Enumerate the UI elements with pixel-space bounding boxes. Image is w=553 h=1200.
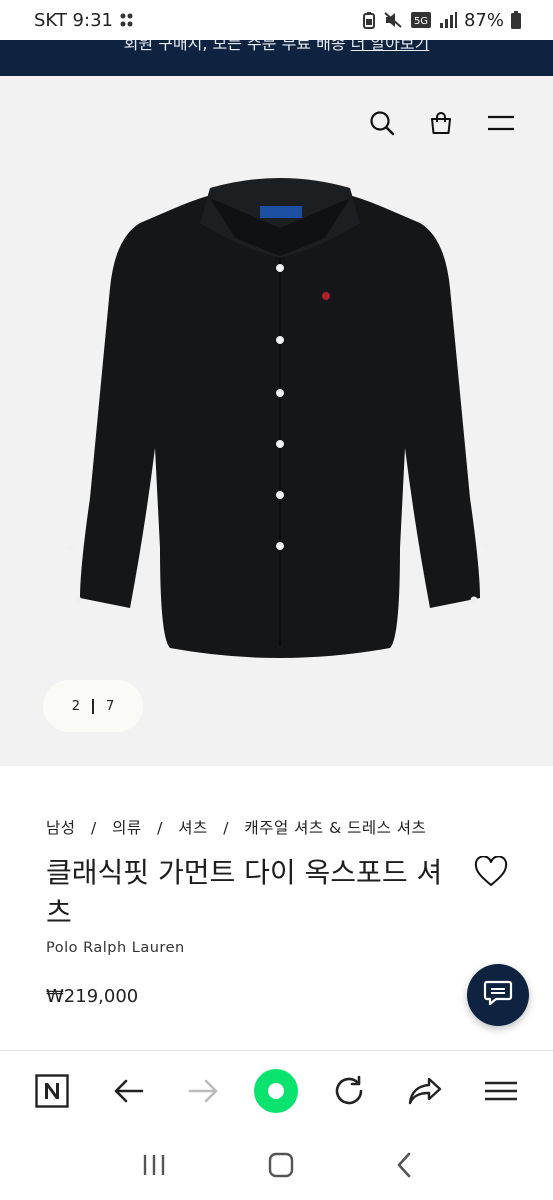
battery-percent: 87% — [463, 9, 504, 31]
battery-saver-icon — [362, 11, 376, 29]
status-bar: SKT 9:31 5G 87% — [0, 0, 553, 40]
wishlist-heart-icon[interactable] — [474, 855, 508, 892]
share-icon[interactable] — [400, 1066, 450, 1116]
breadcrumb-clothing[interactable]: 의류 — [112, 819, 142, 837]
network-5g-icon: 5G — [410, 11, 432, 29]
shopping-bag-icon[interactable] — [429, 111, 453, 135]
search-icon[interactable] — [369, 110, 395, 136]
green-home-icon[interactable] — [254, 1068, 299, 1113]
mute-icon — [383, 11, 403, 29]
network-label: 5G — [414, 16, 428, 27]
header-icons — [369, 110, 515, 136]
status-right: 5G 87% — [362, 10, 521, 31]
breadcrumb-separator: / — [223, 819, 229, 837]
product-image[interactable] — [60, 168, 500, 668]
pager-divider — [92, 698, 94, 714]
system-nav-bar — [0, 1130, 553, 1200]
promo-banner[interactable]: 회원 구매시, 모든 주문 무료 배송 더 알아보기 — [0, 40, 553, 76]
back-icon[interactable] — [395, 1152, 413, 1178]
back-arrow-icon[interactable] — [103, 1066, 153, 1116]
breadcrumb-separator: / — [157, 819, 163, 837]
forward-arrow-icon[interactable] — [179, 1066, 229, 1116]
menu-icon[interactable] — [487, 113, 515, 133]
battery-icon — [511, 11, 521, 29]
pager-total: 7 — [106, 698, 115, 714]
product-price: ₩219,000 — [46, 986, 139, 1007]
shirt-illustration — [66, 178, 490, 658]
naver-n-icon[interactable] — [27, 1066, 77, 1116]
home-icon[interactable] — [268, 1152, 294, 1178]
banner-text: 회원 구매시, 모든 주문 무료 배송 더 알아보기 — [0, 40, 553, 58]
notification-icon — [119, 12, 135, 28]
breadcrumb-casual-dress-shirts[interactable]: 캐주얼 셔츠 & 드레스 셔츠 — [244, 819, 426, 837]
breadcrumb-separator: / — [90, 819, 97, 837]
banner-message: 회원 구매시, 모든 주문 무료 배송 — [123, 40, 346, 53]
brand-name[interactable]: Polo Ralph Lauren — [46, 940, 185, 956]
product-title: 클래식핏 가먼트 다이 옥스포드 셔츠 — [46, 856, 443, 929]
chat-icon — [483, 979, 513, 1011]
refresh-icon[interactable] — [324, 1066, 374, 1116]
status-left: SKT 9:31 — [34, 10, 135, 31]
signal-icon — [439, 11, 457, 29]
banner-learn-more-link[interactable]: 더 알아보기 — [351, 40, 430, 53]
pager-current: 2 — [71, 698, 80, 714]
breadcrumb-shirts[interactable]: 셔츠 — [178, 819, 208, 837]
breadcrumb-men[interactable]: 남성 — [46, 819, 76, 837]
breadcrumb: 남성 / 의류 / 셔츠 / 캐주얼 셔츠 & 드레스 셔츠 — [46, 816, 436, 838]
browser-toolbar — [0, 1050, 553, 1130]
chat-button[interactable] — [467, 964, 529, 1026]
gallery-pager[interactable]: 2 7 — [43, 680, 143, 732]
carrier-time: SKT 9:31 — [34, 9, 113, 31]
hamburger-icon[interactable] — [476, 1066, 526, 1116]
green-home-dot — [268, 1082, 285, 1099]
recent-apps-icon[interactable] — [141, 1153, 167, 1177]
